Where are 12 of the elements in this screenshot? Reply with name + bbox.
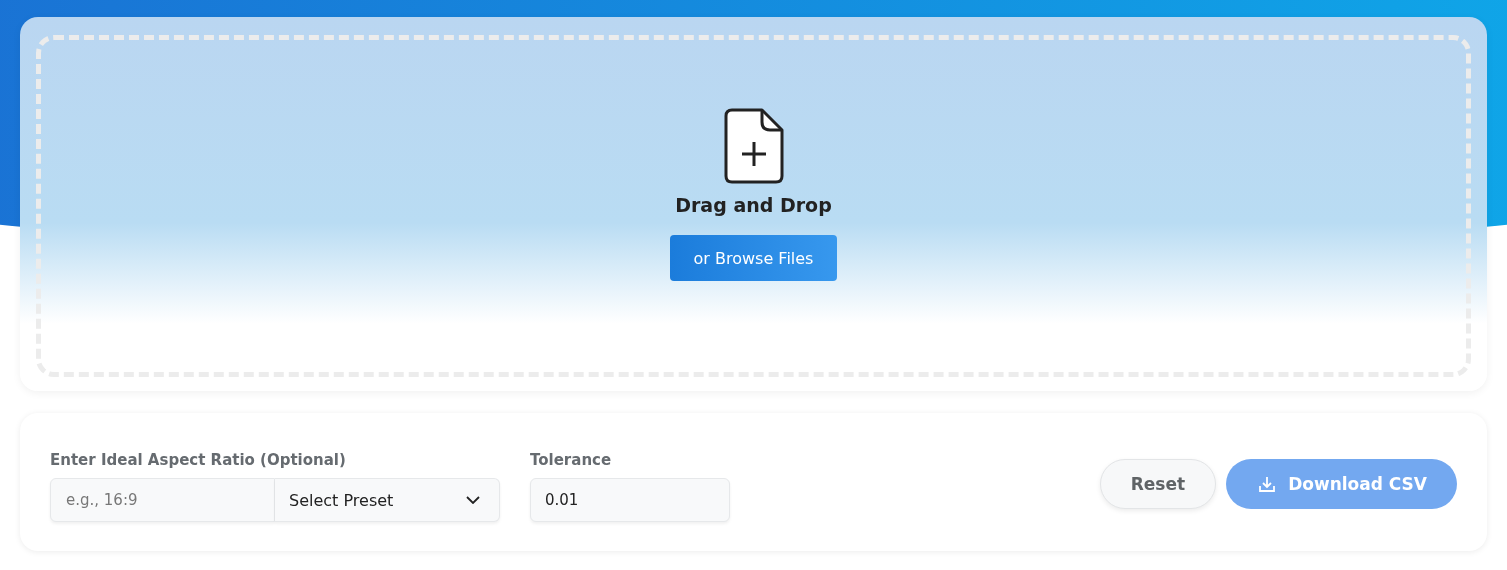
drop-title: Drag and Drop [675, 194, 832, 216]
drop-zone[interactable]: Drag and Drop or Browse Files [36, 35, 1471, 377]
preset-dropdown[interactable]: Select Preset [275, 478, 500, 522]
aspect-ratio-label: Enter Ideal Aspect Ratio (Optional) [50, 451, 347, 469]
aspect-ratio-field[interactable]: e.g., 16:9 [50, 478, 275, 522]
reset-button[interactable]: Reset [1099, 459, 1217, 509]
chevron-down-icon [466, 496, 480, 504]
tolerance-label: Tolerance [530, 451, 613, 469]
browse-files-button[interactable]: or Browse Files [669, 235, 838, 281]
file-plus-icon [723, 108, 784, 184]
tolerance-field[interactable]: 0.01 [530, 478, 730, 522]
download-icon [1258, 475, 1277, 493]
